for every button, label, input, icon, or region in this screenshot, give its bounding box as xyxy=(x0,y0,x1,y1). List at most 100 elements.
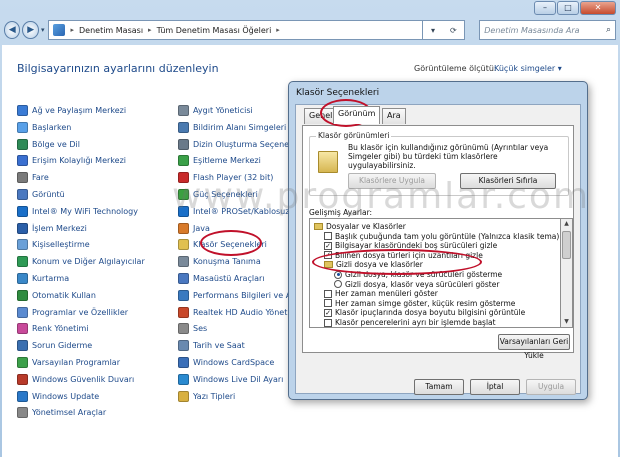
control-panel-item-icon xyxy=(17,256,28,268)
refresh-icon[interactable]: ⟳ xyxy=(450,26,457,35)
control-panel-item[interactable]: Eşitleme Merkezi xyxy=(178,155,261,167)
search-icon[interactable]: ⌕ xyxy=(606,25,611,35)
history-dropdown-icon[interactable]: ▾ xyxy=(41,26,45,34)
ok-button[interactable]: Tamam xyxy=(414,379,464,395)
back-button[interactable]: ◀ xyxy=(4,21,21,39)
close-button[interactable]: ✕ xyxy=(580,1,616,15)
maximize-button[interactable]: □ xyxy=(557,1,579,15)
control-panel-item-icon xyxy=(17,407,28,419)
setting-checkbox[interactable]: ✓ xyxy=(324,241,332,250)
control-panel-item-label: Tarih ve Saat xyxy=(193,341,245,351)
control-panel-item-icon xyxy=(178,256,189,268)
control-panel-item[interactable]: Yönetimsel Araçlar xyxy=(17,407,107,419)
control-panel-item-label: Ağ ve Paylaşım Merkezi xyxy=(32,106,127,115)
breadcrumb-separator-icon[interactable]: ▸ xyxy=(70,26,74,34)
forward-button[interactable]: ▶ xyxy=(22,21,39,39)
setting-checkbox[interactable]: ✓ xyxy=(324,308,332,317)
tab-view[interactable]: Görünüm xyxy=(333,106,381,124)
setting-row[interactable]: Klasör pencerelerini ayrı bir işlemde ba… xyxy=(324,318,496,327)
control-panel-item[interactable]: Ses xyxy=(178,323,208,335)
address-bar[interactable]: ▸ Denetim Masası ▸ Tüm Denetim Masası Öğ… xyxy=(48,20,424,40)
control-panel-item[interactable]: Yazı Tipleri xyxy=(178,390,235,402)
control-panel-item[interactable]: Windows CardSpace xyxy=(178,357,274,368)
control-panel-item[interactable]: Bölge ve Dil xyxy=(17,138,80,150)
control-panel-item[interactable]: Masaüstü Araçları xyxy=(178,273,265,284)
control-panel-item-label: Yönetimsel Araçlar xyxy=(32,408,107,418)
scrollbar-thumb[interactable] xyxy=(562,231,571,259)
control-panel-item[interactable]: Aygıt Yöneticisi xyxy=(178,105,253,116)
folder-options-dialog: Klasör Seçenekleri Genel Görünüm Ara Kla… xyxy=(288,81,588,400)
setting-row[interactable]: Her zaman simge göster, küçük resim göst… xyxy=(324,299,515,308)
control-panel-item-icon xyxy=(178,205,189,217)
setting-label: Klasör ipuçlarında dosya boyutu bilgisin… xyxy=(335,308,526,318)
control-panel-item[interactable]: Realtek HD Audio Yönetici xyxy=(178,306,296,318)
control-panel-item[interactable]: Görüntü xyxy=(17,189,65,200)
search-input[interactable]: Denetim Masasında Ara ⌕ xyxy=(479,20,616,40)
scroll-up-icon[interactable]: ▲ xyxy=(561,219,572,229)
control-panel-item-icon xyxy=(17,105,28,116)
control-panel-item[interactable]: Performans Bilgileri ve Araç xyxy=(178,289,304,301)
control-panel-item-label: Ses xyxy=(193,324,208,334)
setting-row[interactable]: Başlık çubuğunda tam yolu görüntüle (Yal… xyxy=(324,232,559,241)
control-panel-item[interactable]: Konum ve Diğer Algılayıcılar xyxy=(17,256,145,268)
control-panel-item[interactable]: Erişim Kolaylığı Merkezi xyxy=(17,155,126,167)
control-panel-item[interactable]: Kurtarma xyxy=(17,273,69,284)
tab-search[interactable]: Ara xyxy=(382,108,406,124)
apply-button[interactable]: Uygula xyxy=(526,379,576,395)
control-panel-item[interactable]: Intel® My WiFi Technology xyxy=(17,205,138,217)
control-panel-item-label: Konum ve Diğer Algılayıcılar xyxy=(32,257,145,267)
control-panel-item-icon xyxy=(178,340,189,352)
control-panel-item[interactable]: Programlar ve Özellikler xyxy=(17,306,128,318)
view-by-dropdown[interactable]: Küçük simgeler ▾ xyxy=(494,64,562,73)
apply-to-folders-button[interactable]: Klasörlere Uygula xyxy=(348,173,436,189)
annotation-circle-hidden-files xyxy=(312,249,482,275)
control-panel-item[interactable]: Sorun Giderme xyxy=(17,340,92,352)
control-panel-item[interactable]: Bildirim Alanı Simgeleri xyxy=(178,121,286,133)
breadcrumb-separator-icon[interactable]: ▸ xyxy=(148,26,152,34)
setting-row[interactable]: Her zaman menüleri göster xyxy=(324,289,438,298)
control-panel-item[interactable]: Dizin Oluşturma Seçenekle xyxy=(178,138,301,150)
setting-checkbox[interactable] xyxy=(324,232,332,241)
setting-row[interactable]: ✓ Klasör ipuçlarında dosya boyutu bilgisi… xyxy=(324,308,525,317)
cancel-button[interactable]: İptal xyxy=(470,379,520,395)
setting-radio[interactable] xyxy=(334,280,342,289)
control-panel-item[interactable]: Başlarken xyxy=(17,121,71,133)
address-dropdown-icon[interactable]: ▾ xyxy=(431,26,435,35)
control-panel-item[interactable]: Tarih ve Saat xyxy=(178,340,245,352)
control-panel-item[interactable]: Güç Seçenekleri xyxy=(178,189,258,200)
scroll-down-icon[interactable]: ▼ xyxy=(561,317,572,327)
folder-icon xyxy=(318,151,338,173)
control-panel-item-icon xyxy=(178,155,189,167)
control-panel-item[interactable]: Otomatik Kullan xyxy=(17,289,96,301)
dialog-title: Klasör Seçenekleri xyxy=(296,88,380,98)
page-title: Bilgisayarınızın ayarlarını düzenleyin xyxy=(17,62,219,75)
setting-checkbox[interactable] xyxy=(324,299,332,308)
control-panel-item[interactable]: Renk Yönetimi xyxy=(17,323,88,335)
control-panel-item[interactable]: Windows Update xyxy=(17,390,99,402)
control-panel-item[interactable]: Intel® PROSet/Kablosuz xyxy=(178,205,289,217)
breadcrumb-separator-icon[interactable]: ▸ xyxy=(276,26,280,34)
breadcrumb-all-items[interactable]: Tüm Denetim Masası Öğeleri xyxy=(157,26,272,35)
setting-checkbox[interactable] xyxy=(324,289,332,298)
folder-views-group: Klasör görünümleri Bu klasör için kullan… xyxy=(309,131,569,196)
restore-defaults-button[interactable]: Varsayılanları Geri Yükle xyxy=(498,334,570,360)
breadcrumb-control-panel[interactable]: Denetim Masası xyxy=(79,26,143,35)
control-panel-item-label: Java xyxy=(193,223,210,233)
reset-folders-button[interactable]: Klasörleri Sıfırla xyxy=(460,173,556,189)
control-panel-item[interactable]: Konuşma Tanıma xyxy=(178,256,261,268)
control-panel-item[interactable]: İşlem Merkezi xyxy=(17,222,87,234)
control-panel-item[interactable]: Windows Live Dil Ayarı xyxy=(178,373,283,385)
control-panel-item[interactable]: Fare xyxy=(17,172,49,184)
minimize-button[interactable]: – xyxy=(534,1,556,15)
control-panel-item[interactable]: Java xyxy=(178,222,210,234)
folder-views-label: Klasör görünümleri xyxy=(316,131,392,140)
control-panel-item-icon xyxy=(178,222,189,234)
control-panel-item[interactable]: Varsayılan Programlar xyxy=(17,357,120,368)
setting-checkbox[interactable] xyxy=(324,318,332,327)
control-panel-item[interactable]: Kişiselleştirme xyxy=(17,239,90,251)
settings-scrollbar[interactable]: ▲ ▼ xyxy=(561,218,573,328)
control-panel-item[interactable]: Flash Player (32 bit) xyxy=(178,172,273,184)
setting-row[interactable]: Gizli dosya, klasör veya sürücüleri göst… xyxy=(334,280,499,289)
control-panel-item[interactable]: Ağ ve Paylaşım Merkezi xyxy=(17,105,126,116)
control-panel-item[interactable]: Windows Güvenlik Duvarı xyxy=(17,373,134,385)
